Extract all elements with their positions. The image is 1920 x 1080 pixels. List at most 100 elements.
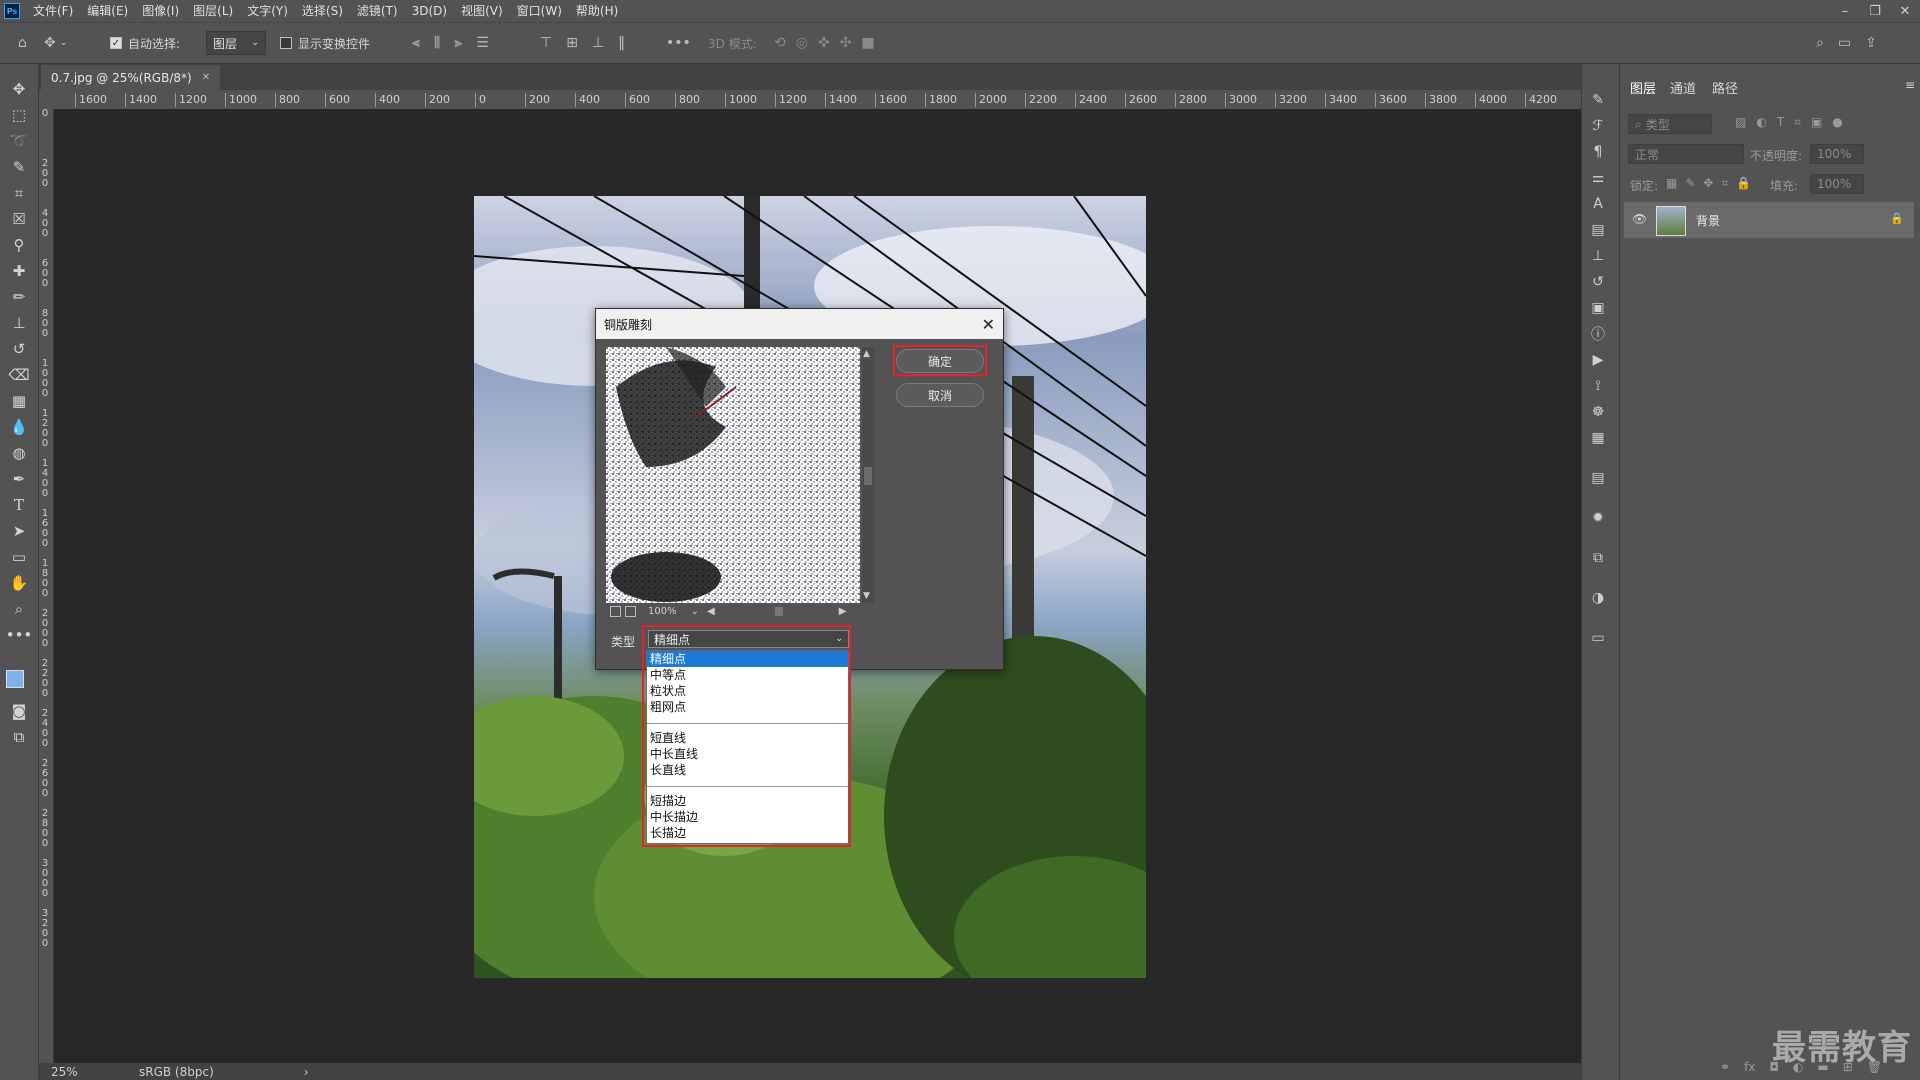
filter-toggle-icon[interactable]: ●	[1832, 115, 1842, 130]
properties-icon[interactable]: ▣	[1588, 298, 1608, 318]
blur-tool-icon[interactable]: 💧	[8, 416, 30, 438]
paragraph-icon[interactable]: ¶	[1588, 142, 1608, 162]
minimize-icon[interactable]: –	[1830, 0, 1860, 22]
settings-gear-icon[interactable]: ✹	[1588, 508, 1608, 528]
path-select-icon[interactable]: ➤	[8, 520, 30, 542]
slide-3d-icon[interactable]: ✣	[840, 35, 852, 51]
share-icon[interactable]: ⇪	[1865, 35, 1877, 51]
healing-brush-icon[interactable]: ✚	[8, 260, 30, 282]
menu-file[interactable]: 文件(F)	[26, 0, 80, 22]
layer-filter-select[interactable]: ⌕ 类型	[1628, 114, 1712, 134]
3d-icon[interactable]: ☸	[1588, 402, 1608, 422]
tab-channels[interactable]: 通道	[1670, 78, 1696, 97]
zoom-tool-icon[interactable]: ⌕	[8, 598, 30, 620]
zoom-in-icon[interactable]	[625, 605, 636, 617]
layer-row[interactable]: 👁 背景 🔒	[1624, 202, 1914, 238]
restore-icon[interactable]: ❐	[1860, 0, 1890, 22]
dodge-tool-icon[interactable]: ◍	[8, 442, 30, 464]
actions-play-icon[interactable]: ▶	[1588, 350, 1608, 370]
hand-tool-icon[interactable]: ✋	[8, 572, 30, 594]
align-right-icon[interactable]: ⫸	[454, 35, 462, 51]
close-icon[interactable]: ✕	[982, 315, 995, 334]
menu-3d[interactable]: 3D(D)	[405, 0, 454, 22]
pixel-filter-icon[interactable]: ▨	[1735, 115, 1746, 130]
chevron-right-icon[interactable]: ›	[304, 1065, 309, 1079]
menu-window[interactable]: 窗口(W)	[510, 0, 569, 22]
paths-icon[interactable]: ⟟	[1588, 376, 1608, 396]
table-grid-icon[interactable]: ▦	[1588, 428, 1608, 448]
pan-3d-icon[interactable]: ✜	[818, 35, 830, 51]
align-top-icon[interactable]: ⊤	[540, 35, 552, 51]
clone-source-icon[interactable]: ⊥	[1588, 246, 1608, 266]
fx-icon[interactable]: fx	[1744, 1060, 1755, 1074]
swatches-icon[interactable]: ▭	[1588, 628, 1608, 648]
marquee-tool-icon[interactable]: ⬚	[8, 104, 30, 126]
move-tool-icon[interactable]: ✥	[8, 78, 30, 100]
scale-3d-icon[interactable]: ■	[861, 35, 874, 51]
info-icon[interactable]: ⓘ	[1588, 324, 1608, 344]
scroll-left-icon[interactable]: ◀	[707, 606, 715, 617]
menu-image[interactable]: 图像(I)	[135, 0, 186, 22]
adjustments-icon[interactable]: ⚌	[1588, 168, 1608, 188]
align-vcenter-icon[interactable]: ⊞	[566, 35, 578, 51]
export-icon[interactable]: ⧉	[1588, 548, 1608, 568]
home-icon[interactable]: ⌂	[18, 23, 27, 63]
auto-select-checkbox[interactable]: ✓	[110, 37, 122, 49]
history-brush-icon[interactable]: ↺	[8, 338, 30, 360]
character-icon[interactable]: A	[1588, 194, 1608, 214]
menu-edit[interactable]: 编辑(E)	[80, 0, 135, 22]
align-hcenter-icon[interactable]: ⫼	[434, 35, 440, 51]
tool-preset-picker[interactable]: ✥ ⌄	[44, 23, 67, 63]
close-tab-icon[interactable]: ✕	[202, 72, 210, 83]
layer-name[interactable]: 背景	[1696, 212, 1720, 229]
scrollbar-thumb[interactable]	[864, 467, 872, 485]
search-icon[interactable]: ⌕	[1816, 35, 1824, 51]
workspace-icon[interactable]: ▭	[1838, 35, 1851, 51]
history-icon[interactable]: ↺	[1588, 272, 1608, 292]
lock-pixels-icon[interactable]: ✎	[1685, 176, 1695, 191]
rectangle-tool-icon[interactable]: ▭	[8, 546, 30, 568]
menu-filter[interactable]: 滤镜(T)	[350, 0, 405, 22]
more-tools-icon[interactable]: •••	[6, 624, 33, 646]
distribute-icon[interactable]: ☰	[476, 35, 489, 51]
notes-icon[interactable]: ▤	[1588, 468, 1608, 488]
auto-select-target-select[interactable]: 图层 ⌄	[206, 31, 266, 55]
menu-view[interactable]: 视图(V)	[454, 0, 510, 22]
layer-lock-icon[interactable]: 🔒	[1890, 212, 1904, 225]
cancel-button[interactable]: 取消	[896, 383, 984, 407]
opacity-field[interactable]: 100%	[1810, 144, 1864, 164]
orbit-3d-icon[interactable]: ⟲	[774, 35, 786, 51]
distribute-vertical-icon[interactable]: ‖	[618, 35, 625, 51]
type-tool-icon[interactable]: T	[8, 494, 30, 516]
adjustment-filter-icon[interactable]: ◐	[1756, 115, 1766, 130]
zoom-level[interactable]: 25%	[51, 1065, 111, 1079]
brush-settings-icon[interactable]: ✎	[1588, 90, 1608, 110]
lock-artboard-icon[interactable]: ⌗	[1721, 176, 1728, 191]
type-filter-icon[interactable]: T	[1777, 115, 1784, 130]
fill-field[interactable]: 100%	[1810, 174, 1864, 194]
align-left-icon[interactable]: ⫷	[412, 35, 420, 51]
gradient-tool-icon[interactable]: ▦	[8, 390, 30, 412]
lasso-tool-icon[interactable]: ➰	[8, 130, 30, 152]
frame-tool-icon[interactable]: ☒	[8, 208, 30, 230]
lock-position-icon[interactable]: ✥	[1703, 176, 1713, 191]
smart-object-filter-icon[interactable]: ▣	[1811, 115, 1822, 130]
screen-mode-icon[interactable]: ⧉	[8, 726, 30, 748]
zoom-out-icon[interactable]	[610, 605, 621, 617]
roll-3d-icon[interactable]: ◎	[796, 35, 808, 51]
align-bottom-icon[interactable]: ⊥	[592, 35, 604, 51]
foreground-color-swatch[interactable]	[6, 670, 24, 688]
menu-type[interactable]: 文字(Y)	[240, 0, 295, 22]
close-window-icon[interactable]: ✕	[1890, 0, 1920, 22]
menu-select[interactable]: 选择(S)	[295, 0, 350, 22]
crop-tool-icon[interactable]: ⌗	[8, 182, 30, 204]
panel-menu-icon[interactable]: ≡	[1905, 78, 1915, 92]
menu-layer[interactable]: 图层(L)	[186, 0, 240, 22]
tab-paths[interactable]: 路径	[1712, 78, 1738, 97]
more-options-icon[interactable]: •••	[666, 23, 691, 63]
show-transform-checkbox[interactable]	[280, 37, 292, 49]
shape-filter-icon[interactable]: ⌗	[1794, 115, 1801, 130]
quick-mask-icon[interactable]: ◙	[8, 700, 30, 722]
eraser-tool-icon[interactable]: ⌫	[8, 364, 30, 386]
lock-transparent-icon[interactable]: ▦	[1666, 176, 1677, 191]
